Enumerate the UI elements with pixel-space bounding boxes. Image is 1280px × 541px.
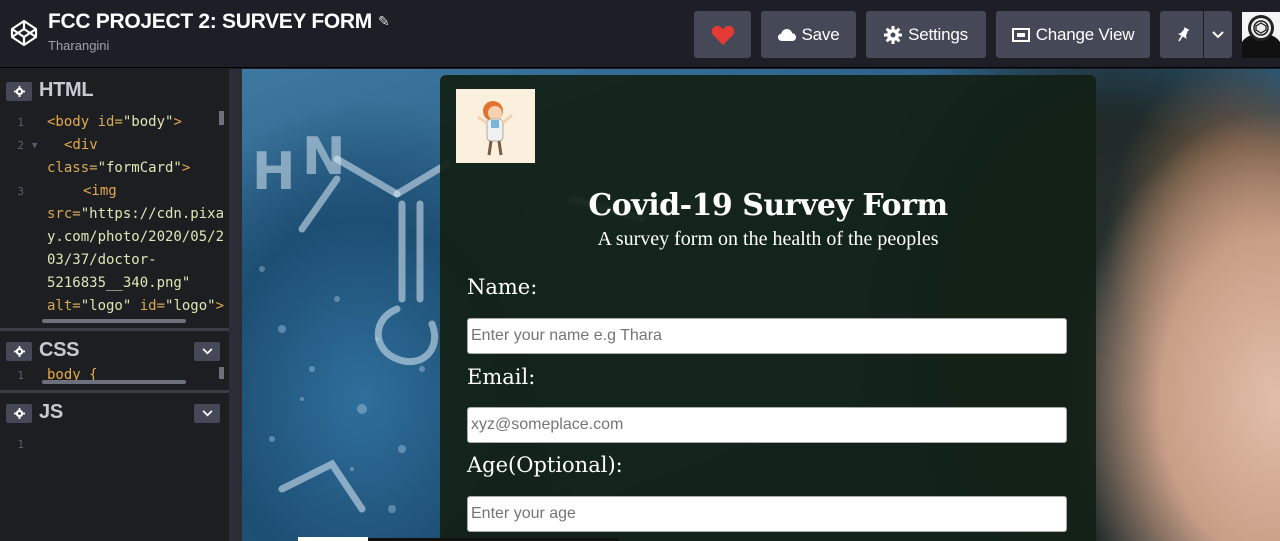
preview-scrollbar-thumb[interactable] xyxy=(298,537,368,541)
editor-column: HTML 1 <body id="body"> 2 ▼ <div class="… xyxy=(0,69,229,541)
line-number: 1 xyxy=(17,369,24,382)
code-line[interactable]: 5216835__340.png" xyxy=(0,272,229,295)
code-line[interactable]: y.com/photo/2020/05/2 xyxy=(0,226,229,249)
email-input[interactable] xyxy=(467,407,1067,443)
css-code-editor[interactable]: 1 body { xyxy=(0,367,229,388)
code-line[interactable]: 1 <body id="body"> xyxy=(0,111,229,134)
css-pane-header[interactable]: CSS xyxy=(0,331,229,369)
line-number: 1 xyxy=(17,438,24,451)
code-token: id= xyxy=(131,298,166,314)
html-pane-label: HTML xyxy=(39,79,94,101)
code-token: 03/37/doctor- xyxy=(47,252,157,268)
code-token: y.com/photo/2020/05/2 xyxy=(47,229,225,245)
save-button[interactable]: Save xyxy=(761,11,856,58)
gear-icon xyxy=(884,25,903,44)
code-token: "formCard" xyxy=(97,160,182,176)
code-token: > xyxy=(181,160,191,176)
line-number: 3 xyxy=(17,185,24,198)
code-token: "logo" xyxy=(165,298,216,314)
author-name[interactable]: Tharangini xyxy=(48,38,109,53)
change-view-label: Change View xyxy=(1035,24,1135,44)
gear-icon xyxy=(13,408,25,419)
code-token: 5216835__340.png" xyxy=(47,275,191,291)
html-vertical-scrollbar[interactable] xyxy=(219,111,224,125)
code-token: class= xyxy=(47,160,98,176)
form-card: Covid-19 Survey Form A survey form on th… xyxy=(440,75,1096,541)
top-bar: FCC PROJECT 2: SURVEY FORM ✎ Tharangini S… xyxy=(0,0,1280,68)
pen-title[interactable]: FCC PROJECT 2: SURVEY FORM ✎ xyxy=(48,10,390,34)
doctor-logo-image xyxy=(456,89,535,163)
html-horizontal-scrollbar[interactable] xyxy=(42,319,186,323)
gear-icon xyxy=(13,346,25,357)
code-token: > xyxy=(215,298,225,314)
js-code-editor[interactable]: 1 xyxy=(0,433,229,541)
code-token: body { xyxy=(47,367,98,383)
code-token: src= xyxy=(47,206,81,222)
result-preview[interactable]: H N Covid-19 Survey Form A survey form o xyxy=(242,69,1280,541)
code-line[interactable]: 1 body { xyxy=(0,367,229,387)
code-token: id= xyxy=(89,114,123,130)
code-token: alt= xyxy=(47,298,81,314)
save-label: Save xyxy=(801,24,840,44)
user-avatar[interactable] xyxy=(1242,12,1280,58)
name-input[interactable] xyxy=(467,318,1067,354)
js-collapse-button[interactable] xyxy=(194,404,220,423)
line-number: 2 xyxy=(17,139,24,152)
pencil-edit-icon[interactable]: ✎ xyxy=(378,13,390,30)
code-line[interactable]: alt="logo" id="logo"> xyxy=(0,295,229,318)
html-pane-header[interactable]: HTML xyxy=(0,71,229,109)
pin-menu-button[interactable] xyxy=(1204,11,1232,58)
svg-text:H: H xyxy=(252,142,296,202)
css-collapse-button[interactable] xyxy=(194,342,220,361)
code-token: "https://cdn.pixa xyxy=(80,206,225,222)
html-code-editor[interactable]: 1 <body id="body"> 2 ▼ <div class="formC… xyxy=(0,111,229,325)
html-settings-button[interactable] xyxy=(6,82,32,101)
code-token: <body xyxy=(47,114,90,130)
layout-icon xyxy=(1011,27,1030,42)
age-label: Age(Optional): xyxy=(467,453,623,477)
code-line[interactable]: 3 <img xyxy=(0,180,229,203)
css-settings-button[interactable] xyxy=(6,342,32,361)
code-line[interactable]: src="https://cdn.pixa xyxy=(0,203,229,226)
pen-title-text[interactable]: FCC PROJECT 2: SURVEY FORM xyxy=(48,10,372,33)
chevron-down-icon xyxy=(202,348,212,355)
gear-icon xyxy=(13,86,25,97)
name-label: Name: xyxy=(467,275,538,299)
email-label: Email: xyxy=(467,365,536,389)
pin-icon xyxy=(1177,26,1189,41)
code-line[interactable]: class="formCard"> xyxy=(0,157,229,180)
change-view-button[interactable]: Change View xyxy=(996,11,1150,58)
code-line[interactable]: 03/37/doctor- xyxy=(0,249,229,272)
chevron-down-icon xyxy=(1212,30,1224,38)
form-title: Covid-19 Survey Form xyxy=(588,188,948,223)
code-line[interactable]: 1 xyxy=(0,433,229,456)
codepen-logo-icon[interactable] xyxy=(8,17,40,49)
js-pane-label: JS xyxy=(39,401,63,423)
editor-resize-handle[interactable] xyxy=(229,69,242,541)
form-subtitle: A survey form on the health of the peopl… xyxy=(597,228,939,250)
cloud-icon xyxy=(777,28,796,41)
code-line[interactable]: 2 ▼ <div xyxy=(0,134,229,157)
settings-label: Settings xyxy=(908,24,968,44)
css-pane-label: CSS xyxy=(39,339,80,361)
heart-icon xyxy=(711,25,734,45)
code-token: "logo" xyxy=(80,298,132,314)
css-horizontal-scrollbar[interactable] xyxy=(42,380,186,384)
pin-button[interactable] xyxy=(1160,11,1203,58)
settings-button[interactable]: Settings xyxy=(866,11,986,58)
js-settings-button[interactable] xyxy=(6,404,32,423)
chevron-down-icon xyxy=(202,410,212,417)
age-input[interactable] xyxy=(467,496,1067,532)
fold-arrow-icon[interactable]: ▼ xyxy=(32,135,37,158)
code-token: > xyxy=(173,114,182,130)
code-token: "body" xyxy=(122,114,174,130)
svg-text:N: N xyxy=(302,127,346,187)
code-token: <img xyxy=(83,183,117,199)
heart-button[interactable] xyxy=(694,11,751,58)
line-number: 1 xyxy=(17,116,24,129)
code-token: <div xyxy=(64,137,98,153)
css-vertical-scrollbar[interactable] xyxy=(219,367,224,379)
js-pane-header[interactable]: JS xyxy=(0,393,229,431)
